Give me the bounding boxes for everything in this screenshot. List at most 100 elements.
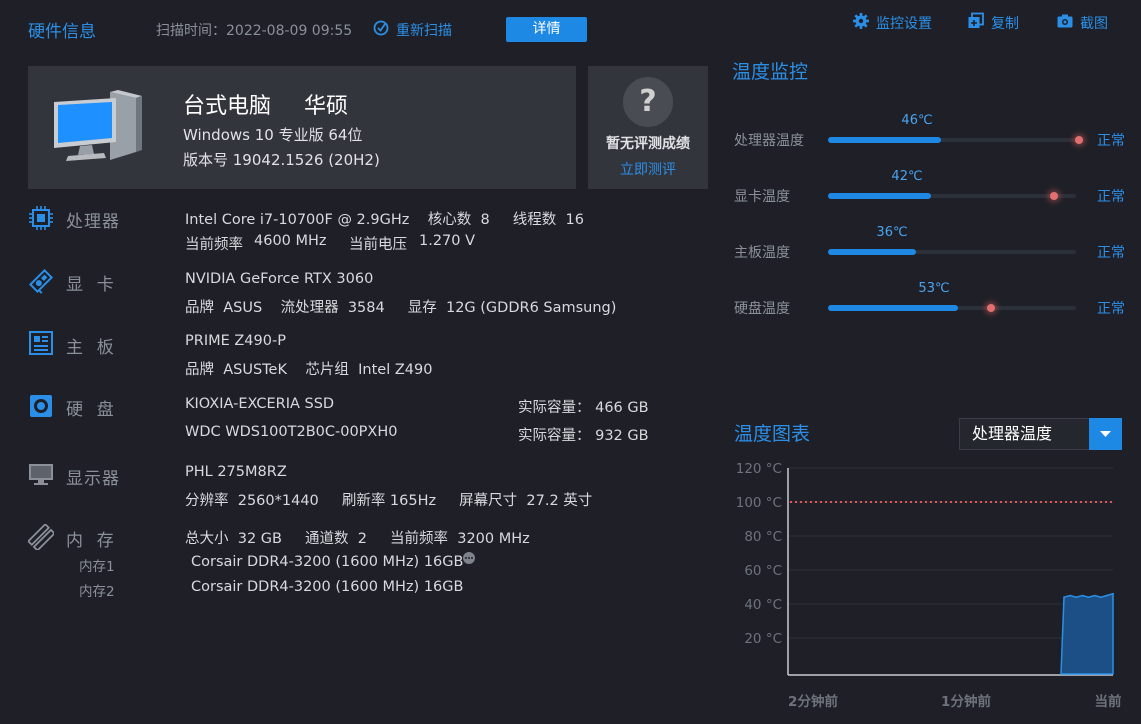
memory-label: 内 存 — [66, 531, 115, 551]
temperature-point — [1093, 594, 1096, 597]
cpu-icon — [28, 205, 54, 235]
chevron-down-icon[interactable] — [1089, 418, 1122, 450]
temp-label: 处理器温度 — [734, 133, 804, 149]
x-tick-label: 1分钟前 — [941, 693, 991, 710]
hard-disk-icon — [28, 393, 54, 423]
refresh-icon — [372, 19, 390, 41]
os-version: 版本号 19042.1526 (20H2) — [183, 151, 380, 169]
rescan-label: 重新扫描 — [396, 23, 452, 39]
memory-summary: 总大小 32 GB 通道数 2 当前频率 3200 MHz — [185, 531, 530, 547]
temp-bar-fill — [828, 305, 958, 311]
sensor-select-value: 处理器温度 — [972, 424, 1053, 443]
monitor-label: 显示器 — [66, 469, 120, 489]
temp-bar-track — [828, 249, 1076, 255]
cpu-freq-label: 当前频率 — [185, 237, 243, 253]
cpu-volt-label: 当前电压 — [349, 237, 407, 253]
temperature-point — [1081, 594, 1084, 597]
temp-value: 46℃ — [901, 113, 933, 128]
temp-warning-marker — [1075, 136, 1083, 144]
memory-slot-2-value: Corsair DDR4-3200 (1600 MHz) 16GB — [191, 579, 464, 595]
copy-label: 复制 — [991, 16, 1019, 32]
copy-icon — [967, 12, 985, 34]
temperature-point — [1106, 594, 1108, 597]
desktop-computer-icon — [52, 90, 148, 168]
x-tick-label: 2分钟前 — [788, 693, 838, 710]
monitor-model: PHL 275M8RZ — [185, 464, 287, 480]
memory-slot-1-label: 内存1 — [79, 559, 115, 575]
computer-type: 台式电脑 — [183, 94, 272, 119]
disk-1-name: KIOXIA-EXCERIA SSD — [185, 396, 335, 412]
graphics-card-icon — [28, 268, 54, 298]
sensor-select[interactable]: 处理器温度 — [959, 418, 1122, 450]
camera-icon — [1056, 12, 1074, 34]
y-tick-label: 20 °C — [744, 631, 782, 647]
temperature-point — [1075, 596, 1078, 598]
y-tick-label: 120 °C — [736, 461, 782, 477]
comment-icon[interactable] — [462, 550, 476, 569]
memory-slot-2-label: 内存2 — [79, 584, 115, 600]
question-icon: ? — [623, 77, 673, 127]
temp-bar-fill — [828, 249, 916, 255]
temperature-series-area — [1060, 592, 1114, 675]
gear-icon — [852, 12, 870, 34]
y-tick-label: 60 °C — [744, 563, 782, 579]
temp-bar-track — [828, 305, 1076, 311]
detail-button[interactable]: 详情 — [506, 17, 587, 42]
temp-warning-marker — [987, 304, 995, 312]
temperature-point — [1069, 594, 1071, 597]
temp-warning-marker — [1050, 192, 1058, 200]
temp-value: 53℃ — [918, 281, 950, 296]
disk-2-capacity: 实际容量： 932 GB — [518, 428, 649, 444]
motherboard-details: 品牌 ASUSTeK 芯片组 Intel Z490 — [185, 362, 433, 378]
cpu-model: Intel Core i7-10700F @ 2.9GHz 核心数 8 线程数 … — [185, 212, 584, 228]
temp-bar-track — [828, 193, 1076, 199]
y-tick-label: 100 °C — [736, 495, 782, 511]
y-tick-label: 80 °C — [744, 529, 782, 545]
temp-status: 正常 — [1097, 301, 1125, 317]
temp-value: 42℃ — [891, 169, 923, 184]
x-tick-label: 当前 — [1095, 693, 1123, 710]
memory-slot-1-value: Corsair DDR4-3200 (1600 MHz) 16GB — [191, 554, 464, 570]
temp-chart-title: 温度图表 — [734, 423, 811, 445]
cpu-label: 处理器 — [66, 212, 120, 232]
screenshot-button[interactable]: 截图 — [1056, 12, 1108, 34]
temperature-point — [1099, 596, 1102, 598]
temp-status: 正常 — [1097, 245, 1125, 261]
system-summary-card: 台式电脑 华硕 Windows 10 专业版 64位 版本号 19042.152… — [28, 66, 576, 189]
temperature-point — [1063, 596, 1065, 598]
monitor-icon — [28, 462, 54, 492]
temp-bar-track — [828, 137, 1076, 143]
rescan-button[interactable]: 重新扫描 — [372, 19, 452, 41]
y-tick-label: 40 °C — [744, 597, 782, 613]
temp-status: 正常 — [1097, 133, 1125, 149]
computer-brand: 华硕 — [304, 94, 349, 119]
motherboard-model: PRIME Z490-P — [185, 333, 286, 349]
temp-status: 正常 — [1097, 189, 1125, 205]
temp-label: 硬盘温度 — [734, 301, 790, 317]
memory-icon — [26, 522, 56, 554]
cpu-volt-value: 1.270 V — [419, 233, 476, 249]
benchmark-card: ? 暂无评测成绩 立即测评 — [588, 66, 708, 189]
copy-button[interactable]: 复制 — [967, 12, 1019, 34]
gpu-model: NVIDIA GeForce RTX 3060 — [185, 271, 374, 287]
disk-1-capacity: 实际容量： 466 GB — [518, 400, 649, 416]
motherboard-label: 主 板 — [66, 338, 115, 358]
screenshot-label: 截图 — [1080, 16, 1108, 32]
monitor-settings-label: 监控设置 — [876, 16, 932, 32]
monitor-settings-button[interactable]: 监控设置 — [852, 12, 932, 34]
scan-time: 扫描时间：2022-08-09 09:55 — [156, 23, 353, 39]
gpu-details: 品牌 ASUS 流处理器 3584 显存 12G (GDDR6 Samsung) — [185, 300, 617, 316]
page-title: 硬件信息 — [28, 22, 96, 42]
no-score-text: 暂无评测成绩 — [606, 136, 690, 152]
disk-label: 硬 盘 — [66, 400, 115, 420]
benchmark-now-link[interactable]: 立即测评 — [588, 159, 708, 179]
temperature-point — [1112, 593, 1114, 595]
temp-label: 显卡温度 — [734, 189, 790, 205]
temperature-point — [1087, 596, 1090, 598]
temp-monitor-title: 温度监控 — [732, 61, 809, 83]
temp-label: 主板温度 — [734, 245, 790, 261]
temp-value: 36℃ — [876, 225, 908, 240]
gpu-label: 显 卡 — [66, 275, 115, 295]
monitor-details: 分辨率 2560*1440 刷新率 165Hz 屏幕尺寸 27.2 英寸 — [185, 493, 593, 509]
disk-2-name: WDC WDS100T2B0C-00PXH0 — [185, 424, 398, 440]
